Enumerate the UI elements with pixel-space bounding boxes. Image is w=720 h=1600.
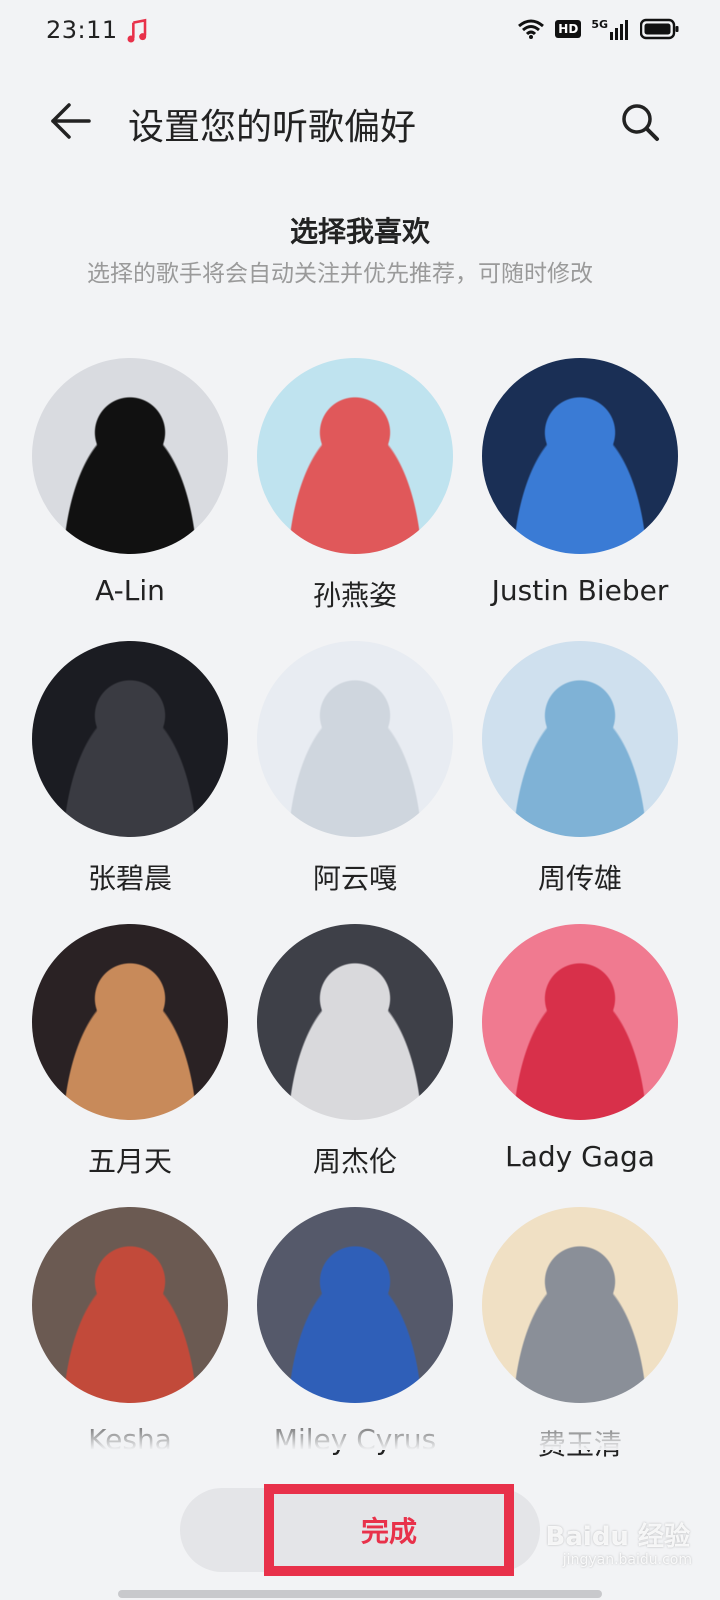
artist-avatar[interactable] (32, 358, 228, 554)
hd-badge: HD (555, 20, 582, 38)
artist-item[interactable]: 周杰伦 (257, 924, 453, 1180)
artist-name: 五月天 (87, 1145, 172, 1178)
artist-avatar[interactable] (482, 358, 678, 554)
battery-icon (640, 18, 679, 40)
bottom-fade (0, 1410, 720, 1450)
section-subtitle: 选择的歌手将会自动关注并优先推荐，可随时修改 (87, 261, 593, 287)
back-arrow-icon (51, 103, 91, 139)
signal-bars-icon (610, 20, 628, 40)
artist-avatar[interactable] (482, 641, 678, 837)
status-bar: 23:11 HD 5G (0, 0, 720, 64)
artist-name: 张碧晨 (87, 862, 172, 895)
artist-avatar[interactable] (32, 1207, 228, 1403)
artist-avatar[interactable] (482, 924, 678, 1120)
artist-item[interactable]: 孙燕姿 (257, 358, 453, 614)
wifi-icon (518, 19, 545, 39)
artist-avatar[interactable] (32, 641, 228, 837)
artist-name: Justin Bieber (491, 574, 669, 607)
search-button[interactable] (616, 98, 664, 146)
artist-name: Lady Gaga (505, 1140, 655, 1173)
artist-name: 孙燕姿 (312, 579, 397, 612)
back-button[interactable] (46, 96, 96, 146)
artist-name: 周杰伦 (312, 1145, 397, 1178)
done-button[interactable]: 完成 (264, 1484, 514, 1576)
page-title: 设置您的听歌偏好 (128, 107, 417, 148)
artist-avatar[interactable] (257, 1207, 453, 1403)
artist-name: 周传雄 (537, 862, 622, 895)
section-title: 选择我喜欢 (289, 215, 430, 248)
artist-avatar[interactable] (257, 924, 453, 1120)
signal-indicator: 5G (591, 18, 630, 40)
network-type-label: 5G (591, 18, 608, 31)
artist-item[interactable]: Lady Gaga (482, 924, 678, 1173)
music-note-icon (127, 18, 147, 43)
header: 设置您的听歌偏好 (0, 80, 720, 160)
status-time: 23:11 (46, 16, 118, 44)
watermark: Baidu 经验 (545, 1522, 690, 1552)
home-indicator (118, 1590, 602, 1598)
artist-avatar[interactable] (32, 924, 228, 1120)
artist-item[interactable]: A-Lin (32, 358, 228, 607)
artist-avatar[interactable] (257, 641, 453, 837)
watermark-url: jingyan.baidu.com (562, 1552, 692, 1568)
artist-item[interactable]: 张碧晨 (32, 641, 228, 897)
artist-item[interactable]: 阿云嘎 (257, 641, 453, 897)
artist-item[interactable]: 五月天 (32, 924, 228, 1180)
done-button-label: 完成 (360, 1515, 417, 1548)
artist-avatar[interactable] (257, 358, 453, 554)
artist-avatar[interactable] (482, 1207, 678, 1403)
status-icons: HD 5G (517, 18, 680, 40)
artist-name: 阿云嘎 (312, 862, 397, 895)
artist-item[interactable]: 周传雄 (482, 641, 678, 897)
search-icon (622, 104, 659, 141)
artist-name: A-Lin (95, 574, 165, 607)
artist-item[interactable]: Justin Bieber (482, 358, 678, 607)
